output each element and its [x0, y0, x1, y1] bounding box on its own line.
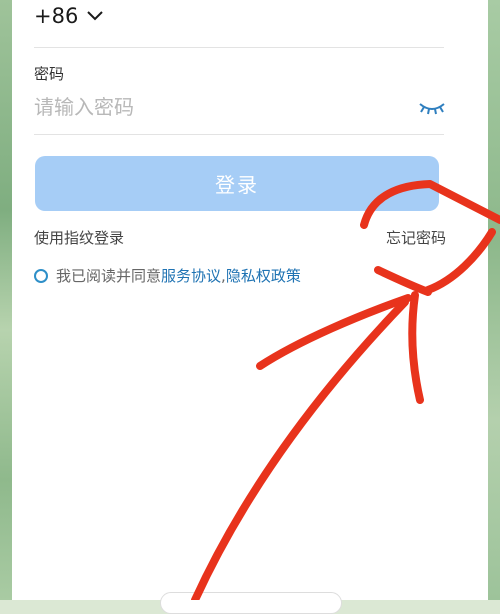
password-divider	[34, 134, 444, 135]
bottom-hint-pill	[160, 592, 342, 614]
country-code-value: +86	[34, 4, 79, 28]
eye-closed-icon[interactable]	[418, 98, 446, 116]
password-input[interactable]	[34, 92, 414, 122]
login-button[interactable]: 登录	[35, 156, 439, 211]
country-code-selector[interactable]: +86	[34, 4, 106, 28]
fingerprint-login-link[interactable]: 使用指纹登录	[34, 227, 124, 248]
login-card	[12, 0, 488, 600]
privacy-policy-link[interactable]: 隐私权政策	[226, 265, 301, 286]
agreement-prefix: 我已阅读并同意	[56, 267, 162, 285]
chevron-down-icon	[87, 11, 104, 21]
agreement-row: 我已阅读并同意 服务协议 , 隐私权政策	[34, 265, 301, 286]
service-agreement-link[interactable]: 服务协议	[161, 265, 221, 286]
background-right-edge	[486, 0, 500, 600]
forgot-password-link[interactable]: 忘记密码	[386, 227, 446, 248]
password-label: 密码	[34, 65, 65, 83]
country-divider	[34, 47, 444, 48]
agreement-radio[interactable]	[34, 268, 48, 283]
